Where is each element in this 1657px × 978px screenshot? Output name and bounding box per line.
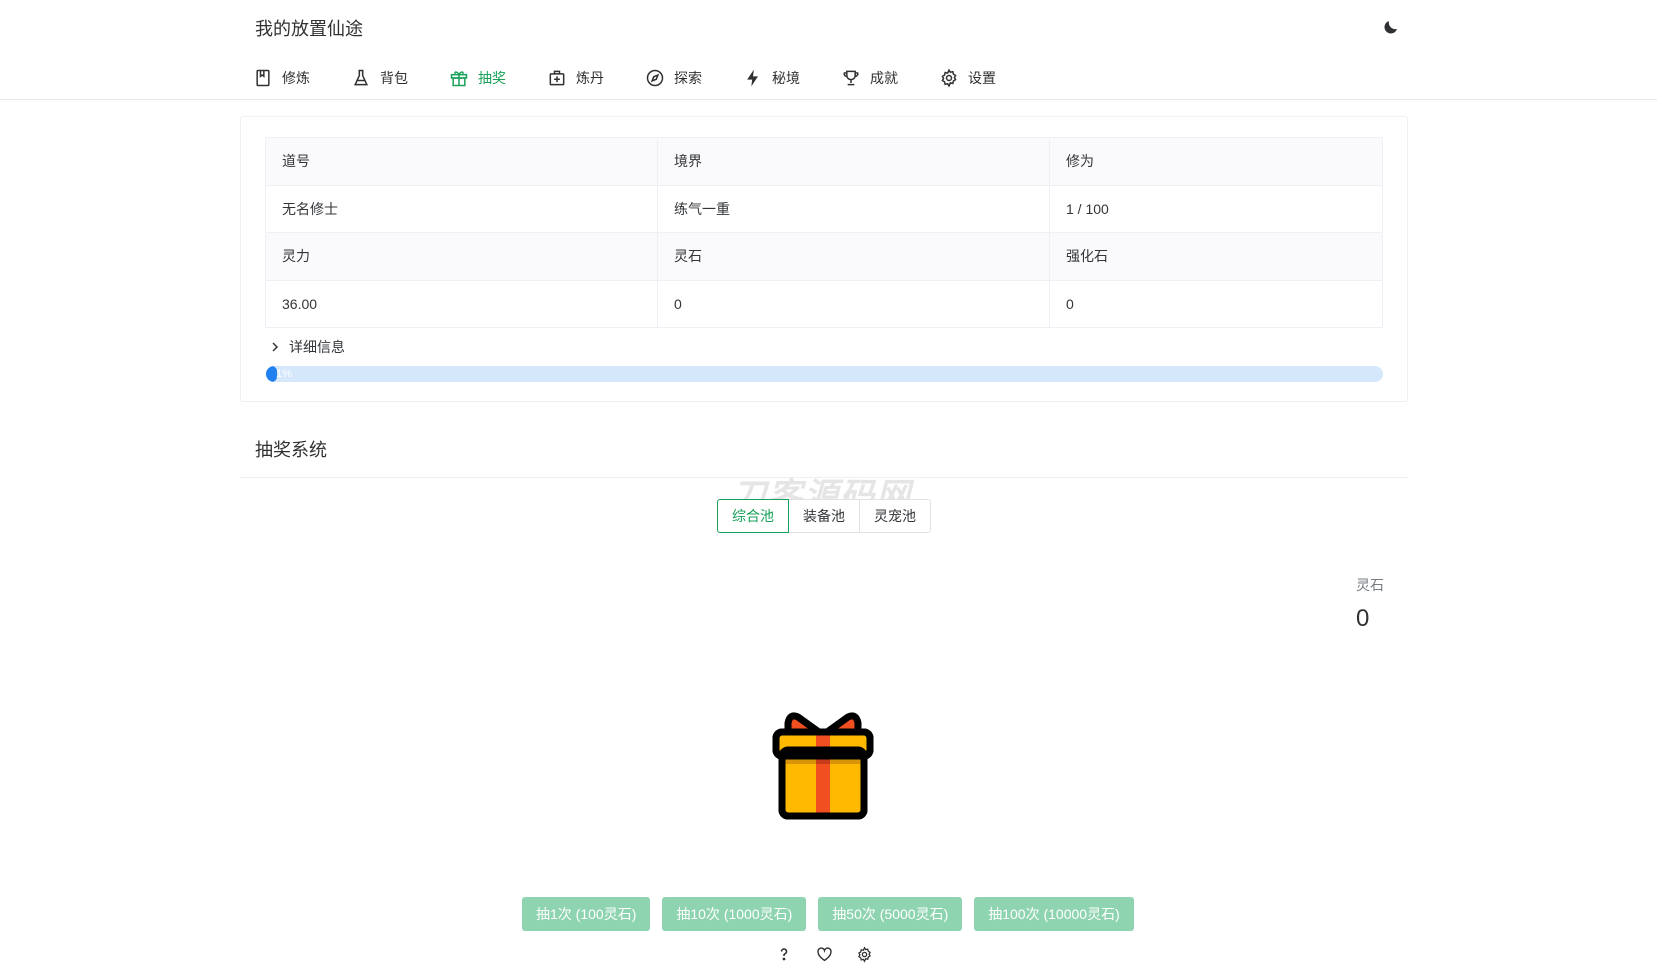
compass-icon: [644, 67, 666, 89]
lightning-icon: [742, 67, 764, 89]
stat-label-dao-name: 道号: [265, 137, 658, 186]
nav-item-cultivate[interactable]: 修炼: [252, 62, 310, 94]
details-collapse-toggle[interactable]: 详细信息: [267, 337, 345, 357]
pool-button-general[interactable]: 综合池: [717, 499, 789, 533]
stat-label-enhance-stone: 强化石: [1049, 232, 1383, 281]
player-stats-table: 道号 境界 修为 无名修士 练气一重 1 / 100 灵力 灵石 强化石 36.…: [265, 137, 1383, 328]
player-stats-card: 道号 境界 修为 无名修士 练气一重 1 / 100 灵力 灵石 强化石 36.…: [240, 116, 1408, 402]
app-header: 我的放置仙途 修炼 背包 抽奖 炼丹 探索 秘境 成就 设置: [0, 0, 1657, 100]
nav-item-settings[interactable]: 设置: [938, 62, 996, 94]
gear-icon[interactable]: [852, 942, 876, 966]
stat-label-realm: 境界: [657, 137, 1050, 186]
spirit-stone-statistic: 灵石 0: [1356, 575, 1384, 633]
section-title: 抽奖系统: [255, 440, 327, 460]
details-label: 详细信息: [289, 339, 345, 355]
draw-100-button[interactable]: 抽100次 (10000灵石): [974, 897, 1134, 931]
stat-label-spirit-stone: 灵石: [657, 232, 1050, 281]
nav-item-label: 背包: [380, 70, 408, 86]
stat-value-enhance-stone: 0: [1049, 279, 1383, 328]
gift-box-icon: [772, 705, 874, 821]
stat-value-realm: 练气一重: [657, 184, 1050, 233]
stat-label-cultivation: 修为: [1049, 137, 1383, 186]
nav-item-label: 探索: [674, 70, 702, 86]
nav-item-secret-realm[interactable]: 秘境: [742, 62, 800, 94]
table-row: 无名修士 练气一重 1 / 100: [265, 184, 1383, 233]
spirit-stone-label: 灵石: [1356, 577, 1384, 593]
nav-item-inventory[interactable]: 背包: [350, 62, 408, 94]
nav-item-lottery[interactable]: 抽奖: [448, 62, 506, 94]
nav-item-label: 秘境: [772, 70, 800, 86]
app-title: 我的放置仙途: [255, 19, 363, 39]
nav-item-label: 设置: [968, 70, 996, 86]
nav-item-alchemy[interactable]: 炼丹: [546, 62, 604, 94]
nav-item-label: 成就: [870, 70, 898, 86]
stat-value-spirit-power: 36.00: [265, 279, 658, 328]
draw-1-button[interactable]: 抽1次 (100灵石): [522, 897, 651, 931]
pool-selector: 综合池 装备池 灵宠池: [717, 499, 931, 533]
flask-icon: [350, 67, 372, 89]
stat-value-dao-name: 无名修士: [265, 184, 658, 233]
table-row: 36.00 0 0: [265, 279, 1383, 328]
stat-value-spirit-stone: 0: [657, 279, 1050, 328]
nav-item-label: 修炼: [282, 70, 310, 86]
question-icon[interactable]: [772, 942, 796, 966]
heart-icon[interactable]: [812, 942, 836, 966]
book-icon: [252, 67, 274, 89]
draw-10-button[interactable]: 抽10次 (1000灵石): [662, 897, 807, 931]
gear-icon: [938, 67, 960, 89]
pool-button-pet[interactable]: 灵宠池: [859, 499, 931, 533]
nav-item-explore[interactable]: 探索: [644, 62, 702, 94]
draw-buttons: 抽1次 (100灵石) 抽10次 (1000灵石) 抽50次 (5000灵石) …: [522, 897, 1146, 931]
nav-item-label: 抽奖: [478, 70, 506, 86]
nav-item-label: 炼丹: [576, 70, 604, 86]
nav-item-achievements[interactable]: 成就: [840, 62, 898, 94]
table-row: 灵力 灵石 强化石: [265, 232, 1383, 281]
stat-value-cultivation: 1 / 100: [1049, 184, 1383, 233]
gift-icon: [448, 67, 470, 89]
stat-label-spirit-power: 灵力: [265, 232, 658, 281]
medical-bag-icon: [546, 67, 568, 89]
lottery-tools: [772, 942, 892, 966]
pool-button-equipment[interactable]: 装备池: [788, 499, 860, 533]
draw-50-button[interactable]: 抽50次 (5000灵石): [818, 897, 963, 931]
main-nav: 修炼 背包 抽奖 炼丹 探索 秘境 成就 设置: [252, 62, 1036, 94]
progress-text: 1%: [276, 368, 292, 380]
moon-icon[interactable]: [1378, 14, 1404, 40]
trophy-icon: [840, 67, 862, 89]
spirit-stone-value: 0: [1356, 605, 1370, 632]
section-divider: [240, 477, 1408, 478]
chevron-right-icon: [267, 339, 283, 355]
table-row: 道号 境界 修为: [265, 137, 1383, 186]
cultivation-progress-bar: 1%: [266, 366, 1383, 382]
